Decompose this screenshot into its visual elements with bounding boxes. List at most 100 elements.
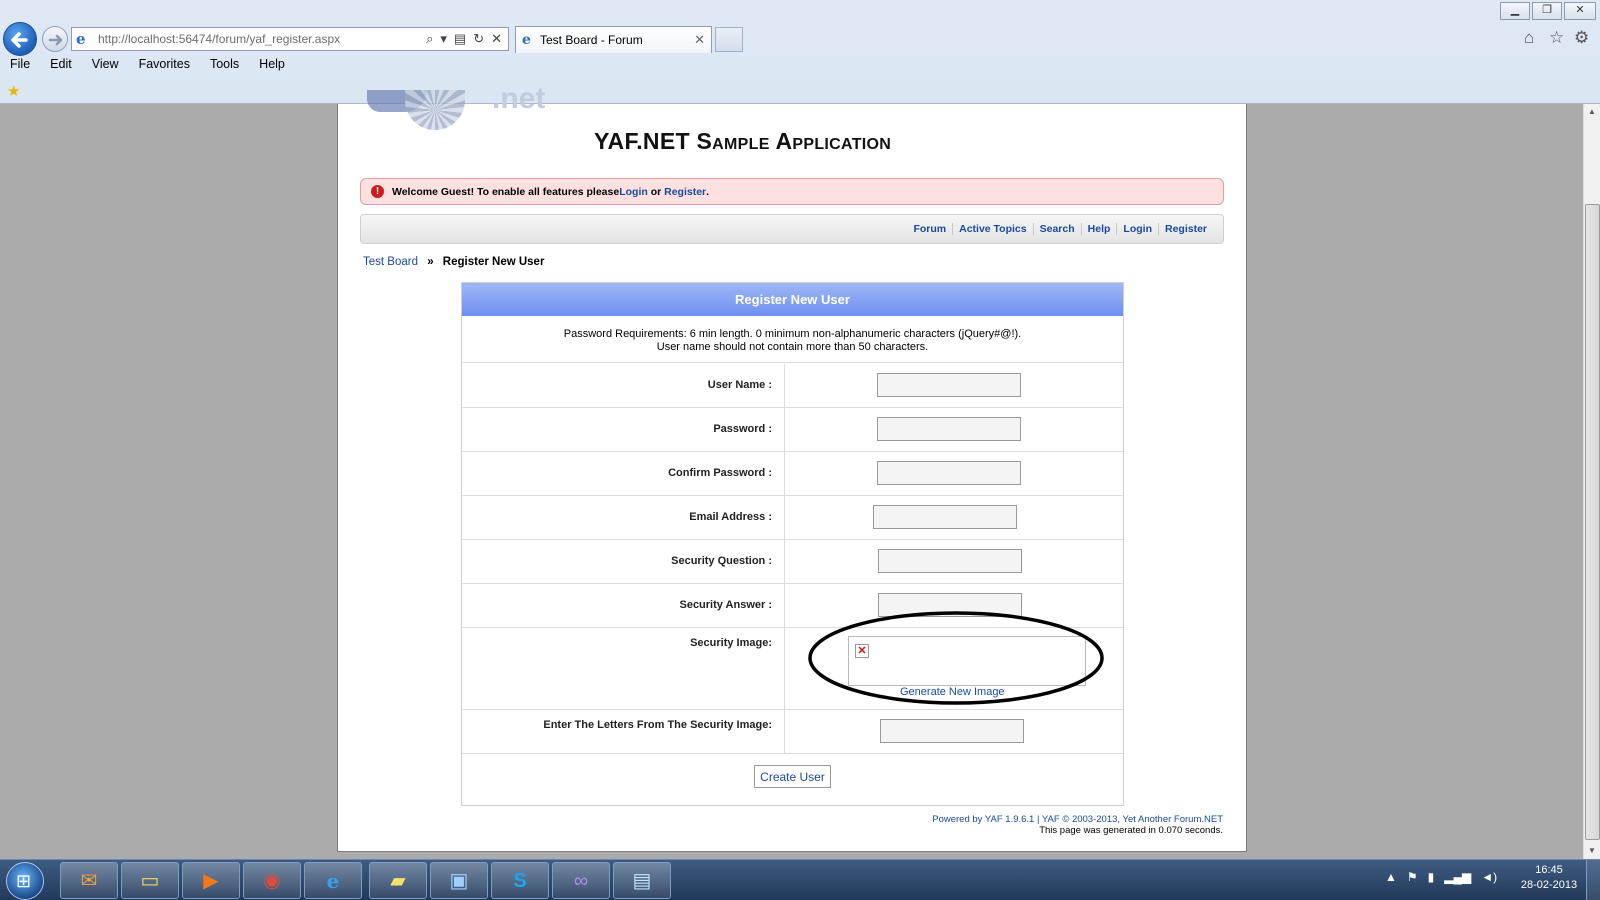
menu-help[interactable]: Help: [249, 56, 295, 76]
network-icon[interactable]: ▂▄▆: [1444, 870, 1471, 884]
gear-icon[interactable]: ⚙: [1574, 28, 1589, 48]
requirements-line-1: Password Requirements: 6 min length. 0 m…: [563, 328, 1022, 340]
security-answer-label: Security Answer :: [679, 599, 772, 611]
tray-expand-icon[interactable]: ▲: [1385, 870, 1397, 884]
nav-forum[interactable]: Forum: [907, 223, 952, 235]
nav-help[interactable]: Help: [1080, 223, 1117, 235]
nav-search[interactable]: Search: [1032, 223, 1081, 235]
forward-arrow-icon: [48, 34, 63, 46]
tab-close-icon[interactable]: ✕: [694, 32, 711, 48]
taskbar-chrome[interactable]: ◉: [243, 862, 301, 899]
stop-icon[interactable]: ✕: [491, 31, 502, 47]
username-label: User Name :: [707, 379, 772, 391]
annotation-ellipse: [808, 611, 1104, 705]
nav-register[interactable]: Register: [1157, 223, 1213, 235]
requirements-line-2: User name should not contain more than 5…: [656, 341, 929, 353]
back-button[interactable]: [3, 22, 37, 56]
chrome-icon: ◉: [263, 870, 281, 892]
show-desktop-button[interactable]: [1586, 860, 1600, 900]
email-input[interactable]: [873, 505, 1017, 529]
vertical-scrollbar[interactable]: ▲ ▼: [1583, 104, 1600, 859]
compatibility-icon[interactable]: ▤: [454, 31, 466, 47]
ie-icon: e: [326, 869, 340, 893]
home-icon[interactable]: ⌂: [1524, 28, 1534, 48]
new-tab-button[interactable]: [715, 27, 743, 52]
menu-file[interactable]: File: [0, 56, 40, 76]
nav-active-topics[interactable]: Active Topics: [952, 223, 1033, 235]
site-title: YAF.NET Sample Application: [594, 128, 892, 154]
address-bar[interactable]: e http://localhost:56474/forum/yaf_regis…: [71, 27, 509, 51]
taskbar-explorer[interactable]: ▭: [121, 862, 179, 899]
password-requirements: Password Requirements: 6 min length. 0 m…: [462, 316, 1123, 363]
star-icon[interactable]: ☆: [1549, 28, 1564, 48]
search-icon[interactable]: ⌕: [426, 31, 433, 47]
media-player-icon: ▶: [203, 870, 219, 892]
confirm-password-input[interactable]: [877, 461, 1021, 485]
forum-nav-bar: Forum Active Topics Search Help Login Re…: [360, 214, 1224, 244]
scroll-down-icon[interactable]: ▼: [1588, 846, 1596, 855]
taskbar-clock[interactable]: 16:45 28-02-2013: [1516, 863, 1582, 893]
welcome-register-link[interactable]: Register: [664, 186, 706, 198]
register-form: Register New User Password Requirements:…: [461, 282, 1124, 806]
nav-login[interactable]: Login: [1116, 223, 1158, 235]
security-question-input[interactable]: [878, 549, 1022, 573]
captcha-entry-label: Enter The Letters From The Security Imag…: [543, 719, 772, 731]
row-password: Password :: [462, 408, 1123, 452]
breadcrumb-current: Register New User: [442, 256, 545, 268]
forward-button[interactable]: [42, 26, 68, 52]
skype-icon: S: [513, 870, 527, 892]
menu-favorites[interactable]: Favorites: [129, 56, 200, 76]
start-button[interactable]: ⊞: [6, 862, 44, 900]
taskbar-outlook[interactable]: ✉: [60, 862, 118, 899]
remote-desktop-icon: ▣: [449, 870, 469, 892]
row-username: User Name :: [462, 364, 1123, 408]
logo-gear-icon: [405, 90, 465, 130]
add-favorites-icon[interactable]: ★: [7, 82, 20, 100]
captcha-entry-input[interactable]: [880, 719, 1024, 743]
taskbar-visual-studio[interactable]: ∞: [552, 862, 610, 899]
row-submit: Create User: [462, 754, 1123, 805]
close-window-button[interactable]: ✕: [1564, 2, 1596, 20]
windows-taskbar: ⊞ ✉ ▭ ▶ ◉ e ▰ ▣ S ∞ ▤ ▲ ⚑ ▮ ▂▄▆ ◄) 16:45…: [0, 859, 1600, 900]
notes-icon: ▰: [390, 870, 406, 892]
taskbar-skype[interactable]: S: [491, 862, 549, 899]
taskbar-media-player[interactable]: ▶: [182, 862, 240, 899]
scroll-thumb[interactable]: [1585, 204, 1600, 840]
yaf-logo[interactable]: .net: [367, 82, 577, 140]
dropdown-icon[interactable]: ▾: [440, 31, 447, 47]
create-user-button[interactable]: Create User: [754, 765, 831, 788]
scroll-up-icon[interactable]: ▲: [1588, 107, 1596, 116]
welcome-or-text: or: [647, 185, 665, 198]
menu-view[interactable]: View: [82, 56, 129, 76]
form-header: Register New User: [462, 283, 1123, 316]
welcome-text: Welcome Guest! To enable all features pl…: [392, 185, 620, 198]
taskbar-photo-viewer[interactable]: ▤: [613, 862, 671, 899]
taskbar-notes[interactable]: ▰: [369, 862, 427, 899]
confirm-password-label: Confirm Password :: [668, 467, 772, 479]
welcome-login-link[interactable]: Login: [619, 186, 648, 198]
tab-title: Test Board - Forum: [540, 33, 643, 47]
username-input[interactable]: [877, 373, 1021, 397]
minimize-button[interactable]: ▁: [1500, 2, 1530, 20]
address-url[interactable]: http://localhost:56474/forum/yaf_registe…: [94, 32, 426, 46]
taskbar-remote-desktop[interactable]: ▣: [430, 862, 488, 899]
security-image-label: Security Image:: [690, 637, 772, 649]
welcome-banner: ! Welcome Guest! To enable all features …: [360, 178, 1224, 205]
refresh-icon[interactable]: ↻: [473, 31, 484, 47]
page-footer: Powered by YAF 1.9.6.1 | YAF © 2003-2013…: [932, 814, 1223, 836]
powered-by-link[interactable]: Powered by YAF 1.9.6.1 | YAF © 2003-2013…: [932, 814, 1223, 825]
volume-icon[interactable]: ◄): [1481, 870, 1497, 884]
action-center-flag-icon[interactable]: ⚑: [1407, 870, 1418, 884]
password-input[interactable]: [877, 417, 1021, 441]
browser-tab[interactable]: e Test Board - Forum ✕: [515, 26, 712, 53]
clock-time: 16:45: [1535, 864, 1563, 876]
power-icon[interactable]: ▮: [1428, 870, 1435, 884]
taskbar-ie[interactable]: e: [304, 862, 362, 899]
email-label: Email Address :: [689, 511, 772, 523]
menu-tools[interactable]: Tools: [200, 56, 249, 76]
maximize-button[interactable]: ❐: [1532, 2, 1562, 20]
menu-edit[interactable]: Edit: [40, 56, 82, 76]
row-email: Email Address :: [462, 496, 1123, 540]
breadcrumb-separator: »: [427, 256, 434, 268]
breadcrumb-board-link[interactable]: Test Board: [363, 256, 418, 268]
